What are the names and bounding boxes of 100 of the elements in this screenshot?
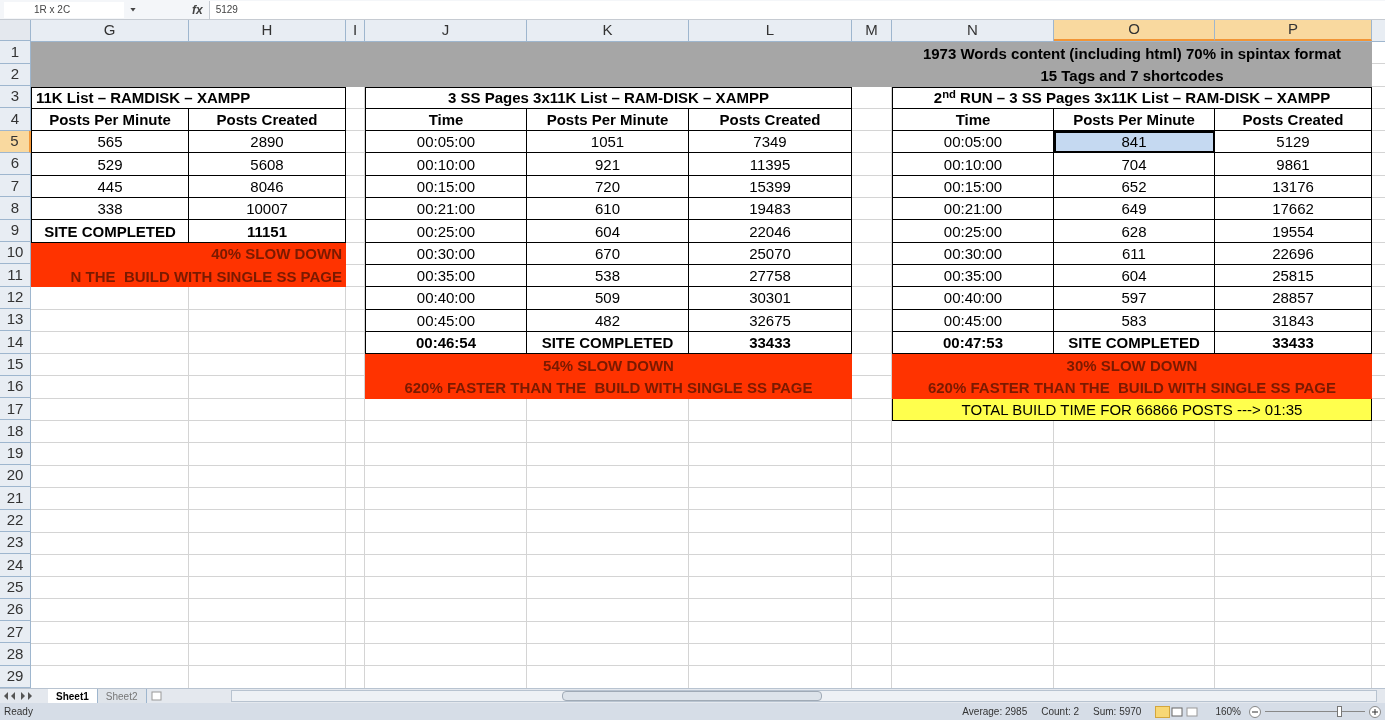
table-cell: 610 [527,198,689,221]
zoom-out-icon[interactable] [1249,705,1261,718]
table-cell: 509 [527,287,689,310]
table-cell: 00:10:00 [892,153,1054,176]
row-header[interactable]: 8 [0,197,31,220]
row-header[interactable]: 26 [0,598,31,622]
table-cell: 482 [527,309,689,332]
table-cell: 11395 [689,153,852,176]
table-cell: 28857 [1215,287,1372,310]
sheet-tab[interactable]: Sheet2 [97,689,147,703]
status-average: Average: 2985 [962,705,1028,719]
row-header[interactable]: 29 [0,665,31,688]
column-heading: Time [365,108,527,132]
row-header[interactable]: 13 [0,308,31,332]
table-cell: 670 [527,242,689,265]
table-title: 3 SS Pages 3x11K List – RAM-DISK – XAMPP [365,86,852,109]
column-header[interactable]: P [1215,20,1372,41]
summary-cell: 00:47:53 [892,331,1054,355]
summary-cell: SITE COMPLETED [31,220,189,243]
table-cell: 338 [31,198,189,221]
table-cell: 583 [1054,309,1215,332]
dropdown-caret-icon[interactable] [130,7,136,12]
row-header[interactable]: 5 [0,130,31,153]
row-header[interactable]: 18 [0,420,31,443]
row-header[interactable]: 16 [0,375,31,399]
row-header[interactable]: 19 [0,442,31,466]
zoom-slider-thumb[interactable] [1337,706,1342,717]
sheet-navigation-icon[interactable] [4,692,32,700]
row-header[interactable]: 27 [0,621,31,644]
table-title: 2$^{nd}$ RUN – 3 SS Pages 3x11K List – RAM-DISK – XAMPP [892,86,1372,109]
status-count: Count: 2 [1041,705,1080,719]
table-cell: 00:40:00 [365,287,527,310]
table-cell: 704 [1054,153,1215,176]
row-header[interactable]: 17 [0,398,31,421]
table-cell: 22046 [689,220,852,243]
row-header[interactable]: 25 [0,576,31,599]
horizontal-scrollbar[interactable] [230,690,1377,702]
scrollbar-thumb[interactable] [561,691,822,701]
zoom-in-icon[interactable] [1369,705,1381,718]
alert-banner: 40% SLOW DOWN [31,242,346,265]
formula-input[interactable]: 5129 [208,0,1385,19]
table-cell: 529 [31,153,189,176]
name-box[interactable]: 1R x 2C [4,1,124,18]
table-cell: 17662 [1215,198,1372,221]
summary-cell: SITE COMPLETED [1054,331,1215,355]
column-heading: Posts Per Minute [31,108,189,132]
status-sum: Sum: 5970 [1093,705,1142,719]
table-cell: 00:40:00 [892,287,1054,310]
row-header[interactable]: 4 [0,108,31,131]
table-cell: 9861 [1215,153,1372,176]
row-header[interactable]: 22 [0,509,31,532]
row-header[interactable]: 15 [0,353,31,376]
table-cell: 30301 [689,287,852,310]
table-cell: 720 [527,175,689,199]
table-cell: 00:05:00 [892,131,1054,154]
table-cell: 00:10:00 [365,153,527,176]
row-header[interactable]: 7 [0,175,31,198]
row-header[interactable]: 23 [0,531,31,555]
row-header[interactable]: 1 [0,41,31,64]
column-heading: Posts Created [689,108,852,132]
table-cell: 22696 [1215,242,1372,265]
row-header[interactable]: 14 [0,331,31,354]
row-header[interactable]: 21 [0,487,31,510]
column-heading: Time [892,108,1054,132]
function-label[interactable]: fx [192,0,203,19]
row-header[interactable]: 2 [0,63,31,86]
row-header[interactable]: 24 [0,554,31,577]
table-cell: 32675 [689,309,852,332]
table-cell: 538 [527,264,689,288]
alert-banner: 30% SLOW DOWN [892,354,1372,377]
table-cell: 7349 [689,131,852,154]
table-cell: 00:15:00 [892,175,1054,199]
row-header[interactable]: 10 [0,242,31,265]
table-cell: 19483 [689,198,852,221]
row-header[interactable]: 11 [0,264,31,287]
row-header[interactable]: 28 [0,643,31,666]
table-cell: 649 [1054,198,1215,221]
column-header[interactable]: O [1054,20,1215,41]
table-title: 11K List – RAMDISK – XAMPP [31,86,346,109]
table-cell: 00:15:00 [365,175,527,199]
table-cell: 00:25:00 [365,220,527,243]
table-cell: 1051 [527,131,689,154]
row-header[interactable]: 9 [0,219,31,243]
row-header[interactable]: 20 [0,465,31,488]
status-text: Ready [4,705,33,719]
table-cell: 00:35:00 [892,264,1054,288]
zoom-level[interactable]: 160% [1215,704,1241,719]
table-cell: 27758 [689,264,852,288]
table-cell: 597 [1054,287,1215,310]
select-all-corner[interactable] [0,20,31,42]
table-cell: 25815 [1215,264,1372,288]
zoom-slider[interactable] [1265,705,1365,718]
table-cell: 19554 [1215,220,1372,243]
table-cell: 00:25:00 [892,220,1054,243]
sheet-tab[interactable]: Sheet1 [48,689,98,703]
row-header[interactable]: 6 [0,152,31,176]
table-cell: 5608 [189,153,346,176]
row-header[interactable]: 12 [0,286,31,309]
new-sheet-icon[interactable] [150,691,163,701]
row-header[interactable]: 3 [0,86,31,109]
